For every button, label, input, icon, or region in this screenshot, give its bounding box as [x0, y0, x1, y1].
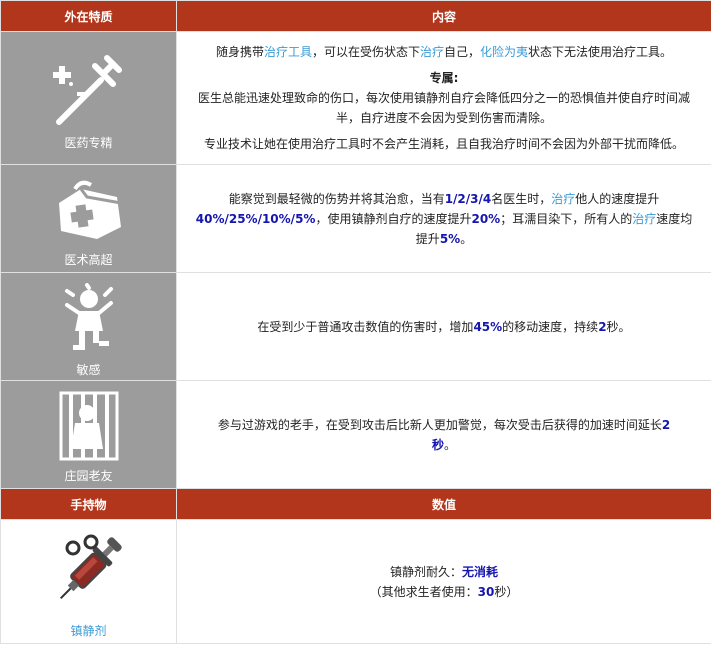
traits-header-col1: 外在特质 [0, 0, 177, 32]
accel-extension-value: 2 [661, 417, 671, 432]
trait-desc-p3: 专业技术让她在使用治疗工具时不会产生消耗，且自我治疗时间不会因为外部干扰而降低。 [203, 137, 684, 151]
exclusive-subtitle: 专属: [429, 71, 459, 85]
text-fragment: ，使用镇静剂自疗的速度提升 [315, 211, 472, 226]
trait-description-cell: 能察觉到最轻微的伤势并将其治愈，当有1/2/3/4名医生时，治疗他人的速度提升4… [176, 164, 711, 273]
healing-tool-link[interactable]: 治疗工具 [264, 45, 312, 59]
heal-link[interactable]: 治疗 [420, 45, 444, 59]
text-fragment: 状态下无法使用治疗工具。 [528, 45, 673, 59]
trait-icon-cell: 敏感 [0, 272, 177, 381]
trait-description-cell: 随身携带治疗工具，可以在受伤状态下治疗自己，化险为夷状态下无法使用治疗工具。 专… [176, 31, 711, 165]
durability-value: 无消耗 [462, 564, 499, 579]
trait-icon-cell: 庄园老友 [0, 380, 177, 489]
move-speed-bonus-value: 45% [473, 319, 503, 334]
text-fragment: 的移动速度，持续 [502, 319, 599, 334]
other-survivor-line: （其他求生者使用：30秒） [191, 582, 697, 602]
heal-link[interactable]: 治疗 [551, 192, 575, 206]
items-header-col1: 手持物 [0, 488, 177, 520]
trait-row-3: 敏感 在受到少于普通攻击数值的伤害时，增加45%的移动速度，持续2秒。 [0, 272, 711, 381]
text-fragment: ，可以在受伤状态下 [311, 45, 420, 59]
trait-name: 医术高超 [64, 253, 113, 267]
text-fragment: ；耳濡目染下，所有人的 [500, 211, 633, 226]
trait-desc-p2: 医生总能迅速处理致命的伤口，每次使用镇静剂自疗会降低四分之一的恐惧值并使自疗时间… [197, 91, 690, 125]
trait-desc-p1: 能察觉到最轻微的伤势并将其治愈，当有1/2/3/4名医生时，治疗他人的速度提升4… [191, 189, 697, 249]
other-use-time-value: 30 [477, 584, 495, 599]
trait-row-4: 庄园老友 参与过游戏的老手，在受到攻击后比新人更加警觉，每次受击后获得的加速时间… [0, 380, 711, 489]
trait-row-2: 医术高超 能察觉到最轻微的伤势并将其治愈，当有1/2/3/4名医生时，治疗他人的… [0, 164, 711, 273]
trait-row-1: 医药专精 随身携带治疗工具，可以在受伤状态下治疗自己，化险为夷状态下无法使用治疗… [0, 31, 711, 165]
trait-icon-cell: 医术高超 [0, 164, 177, 273]
trait-description-cell: 在受到少于普通攻击数值的伤害时，增加45%的移动速度，持续2秒。 [176, 272, 711, 381]
items-header-row: 手持物 数值 [0, 488, 711, 520]
text-fragment: 他人的速度提升 [575, 191, 660, 206]
trait-description-cell: 参与过游戏的老手，在受到攻击后比新人更加警觉，每次受击后获得的加速时间延长2 秒。 [176, 380, 711, 489]
traits-header-row: 外在特质 内容 [0, 0, 711, 32]
trait-name: 庄园老友 [64, 469, 113, 483]
trait-name: 敏感 [76, 363, 101, 377]
medical-bag-icon [58, 180, 121, 239]
traits-header-col2: 内容 [176, 0, 711, 32]
team-heal-bonus-value: 5% [439, 231, 461, 246]
text-fragment: 随身携带 [215, 45, 264, 59]
text-fragment: 秒） [494, 584, 519, 599]
item-stats-cell: 镇静剂耐久：无消耗 （其他求生者使用：30秒） [176, 519, 711, 644]
trait-icon-cell: 医药专精 [0, 31, 177, 165]
caged-person-icon [59, 391, 118, 461]
text-fragment: 自己， [444, 45, 481, 59]
trait-desc-p1: 参与过游戏的老手，在受到攻击后比新人更加警觉，每次受击后获得的加速时间延长2 秒。 [191, 415, 697, 455]
character-trait-table: 外在特质 内容 医药专精 随身携带治疗工具，可以在受伤状态下治疗自己，化险为夷状… [0, 0, 711, 644]
text-fragment: 能察觉到最轻微的伤势并将其治愈，当有 [228, 191, 445, 206]
self-heal-bonus-value: 20% [471, 211, 501, 226]
text-fragment: 。 [444, 437, 457, 452]
text-fragment: 名医生时， [491, 191, 552, 206]
item-row: 镇静剂 镇静剂耐久：无消耗 （其他求生者使用：30秒） [0, 519, 711, 644]
text-fragment: 。 [460, 231, 473, 246]
seconds-unit: 秒 [431, 437, 444, 452]
text-fragment: （其他求生者使用： [369, 584, 478, 599]
text-fragment: 参与过游戏的老手，在受到攻击后比新人更加警觉，每次受击后获得的加速时间延长 [217, 417, 662, 432]
heal-link[interactable]: 治疗 [632, 212, 656, 226]
syringe-cross-icon [52, 55, 122, 125]
item-cell: 镇静剂 [0, 519, 177, 644]
duration-value: 2 [598, 319, 607, 334]
doctor-count-value: 1/2/3/4 [444, 191, 492, 206]
trait-desc-p1: 在受到少于普通攻击数值的伤害时，增加45%的移动速度，持续2秒。 [191, 317, 697, 337]
sedative-syringe-icon [59, 534, 122, 599]
frightened-person-icon [64, 283, 113, 350]
durability-line: 镇静剂耐久：无消耗 [191, 562, 697, 582]
items-header-col2: 数值 [176, 488, 711, 520]
text-fragment: 秒。 [606, 319, 631, 334]
heal-speed-values: 40%/25%/10%/5% [195, 211, 316, 226]
trait-name: 医药专精 [64, 136, 113, 150]
trait-desc-p1: 随身携带治疗工具，可以在受伤状态下治疗自己，化险为夷状态下无法使用治疗工具。 [191, 42, 697, 62]
text-fragment: 镇静剂耐久： [389, 564, 462, 579]
danger-relief-link[interactable]: 化险为夷 [480, 45, 528, 59]
item-name-link[interactable]: 镇静剂 [1, 622, 176, 639]
text-fragment: 在受到少于普通攻击数值的伤害时，增加 [257, 319, 474, 334]
